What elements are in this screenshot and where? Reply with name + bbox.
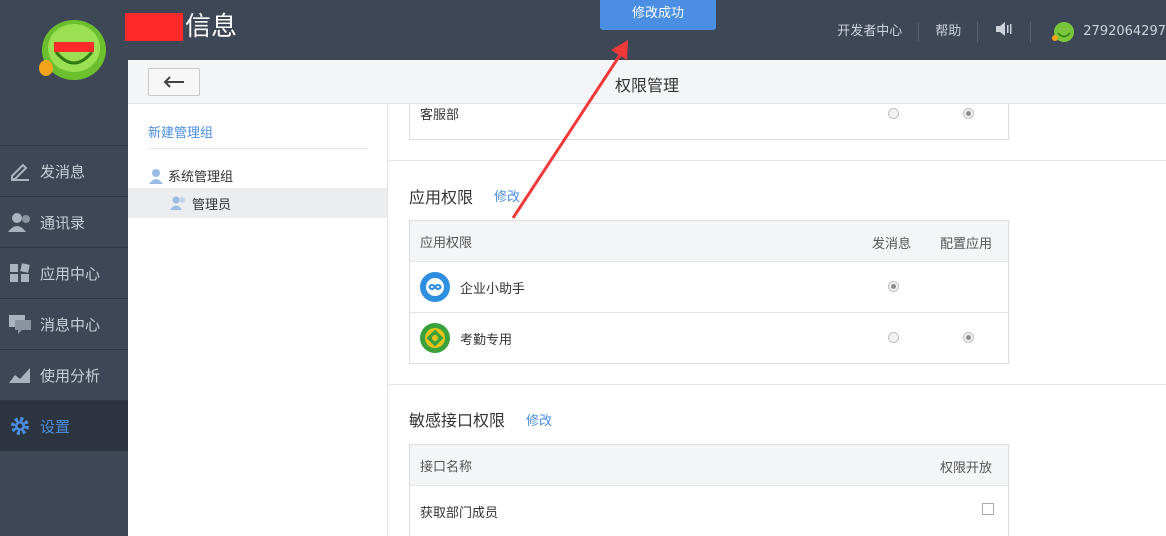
api-permission-table: 接口名称 权限开放 获取部门成员: [409, 444, 1009, 536]
panel-header: 权限管理: [128, 60, 1166, 104]
column-header: 发消息: [872, 237, 912, 252]
nav-app-center[interactable]: 应用中心: [0, 247, 128, 298]
tree-group-label: 系统管理组: [168, 170, 234, 185]
app-name: 企业小助手: [460, 281, 526, 297]
sound-toggle[interactable]: [977, 21, 1030, 43]
nav-label: 消息中心: [40, 315, 101, 334]
nav-message-center[interactable]: 消息中心: [0, 298, 128, 349]
section-divider: [388, 384, 1166, 385]
column-header: 权限开放: [940, 461, 993, 476]
gear-icon: [0, 415, 40, 437]
nav-label: 使用分析: [40, 366, 101, 385]
tree-group-system[interactable]: 系统管理组: [148, 166, 233, 185]
user-icon: [149, 168, 163, 184]
tree-member-label: 管理员: [192, 197, 232, 213]
main-panel: 权限管理 新建管理组 系统管理组 管理员 客服部 应用权限 修改 应用权限 发消…: [128, 60, 1166, 536]
brand-title: 信息: [185, 12, 238, 42]
app-permission-title: 应用权限: [409, 188, 474, 207]
send-message-radio[interactable]: [888, 281, 899, 292]
table-row: 企业小助手: [410, 261, 1008, 312]
app-permission-edit-link[interactable]: 修改: [494, 186, 520, 205]
api-open-checkbox[interactable]: [982, 503, 994, 515]
help-link[interactable]: 帮助: [918, 23, 977, 41]
logo: [38, 18, 108, 82]
pencil-icon: [0, 161, 40, 181]
api-permission-title: 敏感接口权限: [409, 411, 506, 430]
api-permission-edit-link[interactable]: 修改: [526, 410, 552, 429]
message-icon: [0, 314, 40, 334]
section-divider: [388, 160, 1166, 161]
app-name: 考勤专用: [460, 332, 513, 348]
tree-member-admin[interactable]: 管理员: [128, 188, 387, 218]
group-tree: 新建管理组 系统管理组 管理员: [128, 104, 388, 536]
column-header: 应用权限: [420, 235, 473, 251]
left-nav: 发消息 通讯录 应用中心 消息中心 使用分析 设置: [0, 145, 128, 451]
apps-icon: [0, 263, 40, 283]
page-title: 权限管理: [614, 76, 679, 95]
column-header: 接口名称: [420, 459, 473, 475]
user-menu[interactable]: 2792064297: [1030, 21, 1166, 43]
developer-center-link[interactable]: 开发者中心: [821, 23, 918, 41]
table-row: 获取部门成员: [410, 485, 1008, 536]
table-header: 接口名称 权限开放: [410, 445, 1008, 485]
new-group-link[interactable]: 新建管理组: [148, 122, 213, 141]
nav-label: 设置: [40, 417, 71, 436]
config-app-radio[interactable]: [963, 332, 974, 343]
nav-analytics[interactable]: 使用分析: [0, 349, 128, 400]
nav-settings[interactable]: 设置: [0, 400, 128, 451]
app-permission-table: 应用权限 发消息 配置应用 企业小助手 考勤专用: [409, 220, 1009, 364]
department-table: 客服部: [409, 104, 1009, 140]
top-nav: 开发者中心 帮助 2792064297: [821, 21, 1166, 43]
nav-label: 发消息: [40, 162, 86, 181]
column-header: 配置应用: [940, 237, 993, 252]
table-row: 考勤专用: [410, 312, 1008, 363]
nav-label: 通讯录: [40, 213, 86, 232]
contacts-icon: [0, 212, 40, 232]
username: 2792064297: [1083, 24, 1166, 39]
users-icon: [170, 196, 185, 210]
permission-content: 客服部 应用权限 修改 应用权限 发消息 配置应用 企业小助手 考勤专用 敏感接…: [388, 104, 1166, 536]
assistant-icon: [420, 272, 450, 302]
table-header: 应用权限 发消息 配置应用: [410, 221, 1008, 261]
avatar: [1052, 22, 1075, 42]
dept-radio-col1[interactable]: [888, 108, 899, 119]
redacted-brand: [125, 13, 183, 41]
api-name: 获取部门成员: [420, 505, 499, 521]
chart-icon: [0, 365, 40, 385]
success-toast: 修改成功: [600, 0, 716, 30]
table-row: 客服部: [410, 104, 1008, 139]
dept-radio-col2[interactable]: [963, 108, 974, 119]
department-name: 客服部: [420, 108, 460, 123]
nav-send-message[interactable]: 发消息: [0, 145, 128, 196]
speaker-icon: [996, 22, 1012, 36]
nav-label: 应用中心: [40, 264, 101, 283]
top-bar: 信息 修改成功 开发者中心 帮助 2792064297: [0, 0, 1166, 80]
divider: [148, 148, 368, 149]
attendance-icon: [420, 323, 450, 353]
nav-contacts[interactable]: 通讯录: [0, 196, 128, 247]
send-message-radio[interactable]: [888, 332, 899, 343]
